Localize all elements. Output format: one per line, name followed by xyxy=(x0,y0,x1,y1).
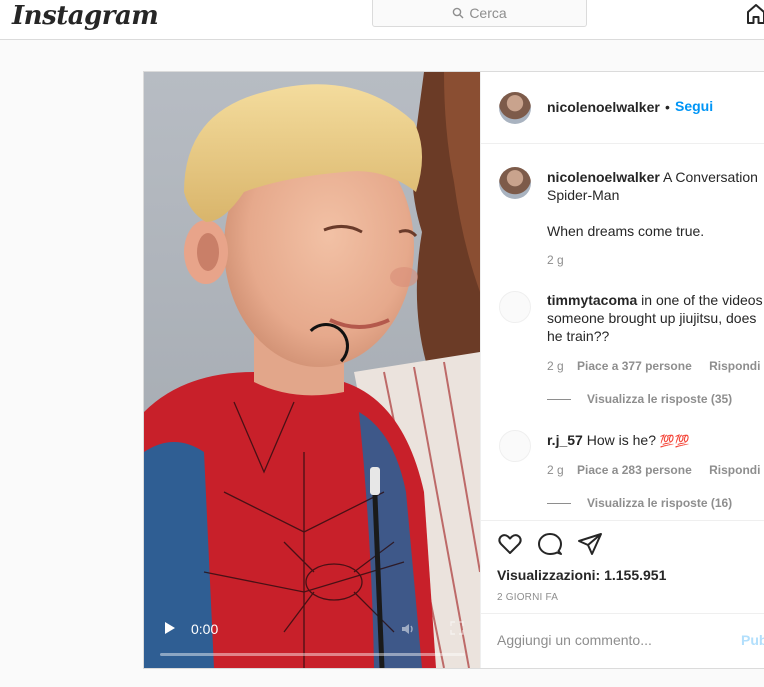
publish-button[interactable]: Pubblica xyxy=(741,632,764,648)
instagram-logo[interactable]: Instagram xyxy=(12,1,159,31)
volume-icon[interactable] xyxy=(400,621,416,637)
comment-timestamp: 2 g xyxy=(547,463,564,477)
home-icon[interactable] xyxy=(746,3,764,25)
view-replies-button[interactable]: Visualizza le risposte (35) xyxy=(547,392,732,406)
comment-username[interactable]: r.j_57 xyxy=(547,432,583,448)
post-container: 0:00 nicolenoelwalker • Segui nicolenoel… xyxy=(143,71,764,669)
caption-text: nicolenoelwalker A Conversation Spider-M… xyxy=(547,168,764,204)
video-progress-bar[interactable] xyxy=(160,653,465,656)
post-side-panel: nicolenoelwalker • Segui nicolenoelwalke… xyxy=(480,72,764,668)
fullscreen-icon[interactable] xyxy=(450,621,464,635)
post-actions: Visualizzazioni: 1.155.951 2 GIORNI FA xyxy=(481,520,764,612)
comment-line2: someone brought up jiujitsu, does xyxy=(547,310,757,326)
loading-spinner xyxy=(303,323,349,369)
search-box[interactable]: Cerca xyxy=(372,0,587,27)
comments-list: nicolenoelwalker A Conversation Spider-M… xyxy=(481,145,764,520)
post-author-username[interactable]: nicolenoelwalker xyxy=(547,99,660,115)
search-icon xyxy=(453,7,464,19)
video-controls: 0:00 xyxy=(144,608,480,668)
hundred-points-emoji: 💯💯 xyxy=(659,434,690,448)
avatar[interactable] xyxy=(499,92,531,124)
comment-timestamp: 2 g xyxy=(547,359,564,373)
replies-divider xyxy=(547,502,571,504)
post-header: nicolenoelwalker • Segui xyxy=(481,72,764,144)
video-time: 0:00 xyxy=(191,621,219,637)
comment-username[interactable]: timmytacoma xyxy=(547,292,637,308)
video-player[interactable]: 0:00 xyxy=(144,72,480,668)
reply-button[interactable]: Rispondi xyxy=(709,359,760,373)
post-date[interactable]: 2 GIORNI FA xyxy=(497,592,558,603)
comment-icon[interactable] xyxy=(537,531,563,557)
replies-divider xyxy=(547,398,571,400)
avatar[interactable] xyxy=(499,430,531,462)
separator-dot: • xyxy=(665,99,670,115)
avatar[interactable] xyxy=(499,167,531,199)
view-count[interactable]: Visualizzazioni: 1.155.951 xyxy=(497,567,666,583)
view-replies-label: Visualizza le risposte (16) xyxy=(587,496,733,510)
comment-text: r.j_57 How is he? 💯💯 xyxy=(547,431,764,450)
comment-likes[interactable]: Piace a 377 persone xyxy=(577,359,692,373)
view-replies-label: Visualizza le risposte (35) xyxy=(587,392,733,406)
comment-meta: 2 g Piace a 377 persone Rispondi xyxy=(547,359,764,373)
top-nav-bar: Instagram Cerca xyxy=(0,0,764,40)
follow-button[interactable]: Segui xyxy=(675,98,713,114)
view-replies-button[interactable]: Visualizza le risposte (16) xyxy=(547,496,732,510)
caption-time: 2 g xyxy=(547,253,574,267)
caption-line2: Spider-Man xyxy=(547,187,620,203)
comment-meta: 2 g Piace a 283 persone Rispondi xyxy=(547,463,764,477)
comment-likes[interactable]: Piace a 283 persone xyxy=(577,463,692,477)
reply-button[interactable]: Rispondi xyxy=(709,463,760,477)
caption-username[interactable]: nicolenoelwalker xyxy=(547,169,660,185)
comment-line3: he train?? xyxy=(547,328,610,344)
comment-body: How is he? xyxy=(586,432,656,448)
comment-input[interactable] xyxy=(497,632,717,648)
comment-text: timmytacoma in one of the videos someone… xyxy=(547,291,764,345)
search-placeholder: Cerca xyxy=(469,5,507,21)
caption-timestamp: 2 g xyxy=(547,253,564,267)
add-comment-bar: Pubblica xyxy=(481,613,764,668)
caption-line3: When dreams come true. xyxy=(547,223,705,239)
video-frame xyxy=(144,72,480,668)
share-icon[interactable] xyxy=(577,531,603,557)
play-icon[interactable] xyxy=(164,621,176,635)
avatar[interactable] xyxy=(499,291,531,323)
heart-icon[interactable] xyxy=(497,531,523,557)
caption-line1: A Conversation xyxy=(662,169,758,185)
comment-line1: in one of the videos xyxy=(641,292,763,308)
